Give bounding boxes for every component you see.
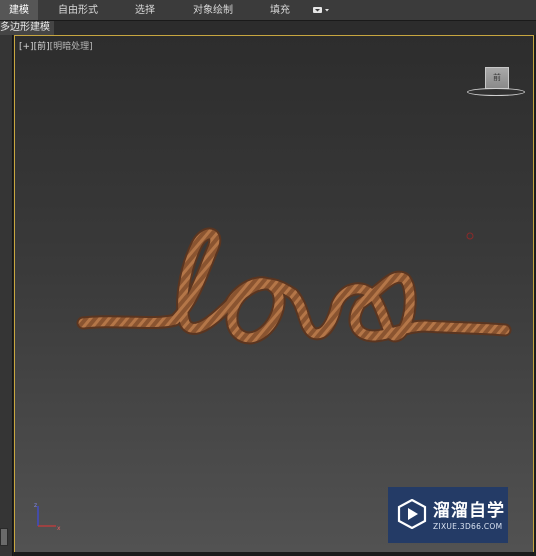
- dropdown-glyph-icon: [313, 7, 329, 13]
- ribbon-subbar: 多边形建模: [0, 21, 536, 35]
- display-dropdown-icon[interactable]: [312, 0, 332, 20]
- tab-populate[interactable]: 填充: [262, 0, 298, 20]
- strip-toggle-button[interactable]: [0, 528, 8, 546]
- play-logo-icon: [397, 499, 427, 529]
- watermark-url: ZIXUE.3D66.COM: [433, 522, 503, 531]
- axis-tripod-icon: z x: [34, 502, 61, 532]
- watermark-title: 溜溜自学: [433, 501, 505, 521]
- svg-text:x: x: [57, 525, 61, 532]
- svg-text:z: z: [34, 502, 37, 509]
- left-command-strip: [0, 35, 13, 556]
- tab-selection[interactable]: 选择: [126, 0, 164, 20]
- bottom-divider: [14, 552, 534, 556]
- pivot-marker-icon: [466, 232, 474, 240]
- tab-freeform[interactable]: 自由形式: [50, 0, 106, 20]
- zixue-watermark: 溜溜自学 ZIXUE.3D66.COM: [388, 487, 508, 543]
- rope-love-object[interactable]: [15, 36, 533, 552]
- tab-object-paint[interactable]: 对象绘制: [186, 0, 240, 20]
- front-viewport[interactable]: [+][前][明暗处理] 前 z x 溜溜自学 ZIXUE.3D66.COM: [14, 35, 534, 553]
- ribbon-tabs: 建模 自由形式 选择 对象绘制 填充: [0, 0, 536, 21]
- tab-modeling[interactable]: 建模: [0, 0, 38, 20]
- polygon-modeling-panel[interactable]: 多边形建模: [0, 21, 54, 35]
